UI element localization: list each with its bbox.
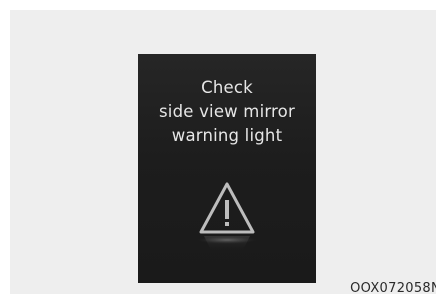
warning-message-line-2: side view mirror [159, 102, 295, 121]
illustration-frame: Check side view mirror warning light OOX… [10, 10, 436, 296]
warning-message-line-1: Check [201, 78, 253, 97]
figure-code: OOX072058N [350, 281, 436, 296]
warning-triangle-icon [196, 182, 258, 252]
cluster-display: Check side view mirror warning light [138, 54, 316, 283]
warning-message-line-3: warning light [171, 126, 283, 145]
warning-message: Check side view mirror warning light [138, 76, 316, 148]
